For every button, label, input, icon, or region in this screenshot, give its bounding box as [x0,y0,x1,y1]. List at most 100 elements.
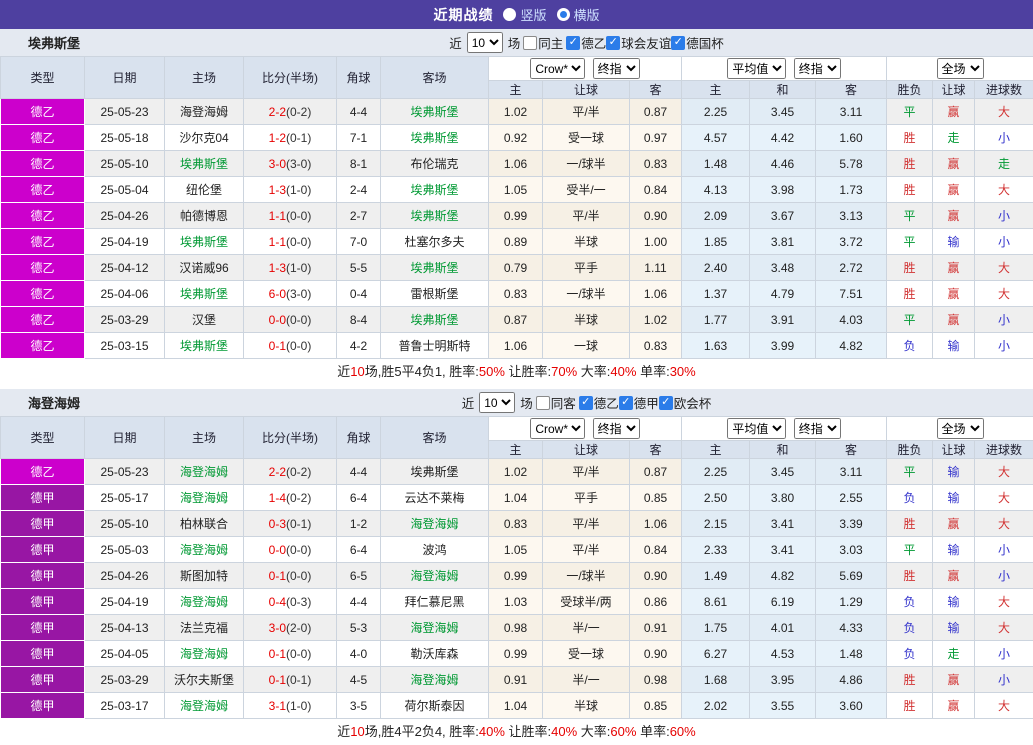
away-team[interactable]: 海登海姆 [381,511,489,537]
league-checkbox[interactable] [671,36,685,50]
match-date: 25-05-17 [85,485,165,511]
avg-away-odds: 4.86 [816,667,887,693]
fulltime-score: 3-1 [269,699,286,713]
avg-away-odds: 1.29 [816,589,887,615]
league-label: 德乙 [581,33,606,52]
league-checkbox[interactable] [579,396,593,410]
match-date: 25-04-26 [85,203,165,229]
home-team[interactable]: 埃弗斯堡 [165,151,244,177]
home-team[interactable]: 海登海姆 [165,459,244,485]
index-type-select-2[interactable]: 终指 [794,58,841,79]
average-select[interactable]: 平均值 [727,58,786,79]
home-team[interactable]: 柏林联合 [165,511,244,537]
home-team[interactable]: 沃尔夫斯堡 [165,667,244,693]
avg-draw-odds: 4.53 [750,641,816,667]
home-team[interactable]: 海登海姆 [165,99,244,125]
home-team[interactable]: 斯图加特 [165,563,244,589]
score-cell: 0-1(0-0) [244,333,337,359]
fulltime-score: 0-3 [269,517,286,531]
radio-vertical-icon[interactable] [503,8,516,21]
league-filter[interactable]: 德乙 [566,33,606,52]
layout-option-horizontal[interactable]: 横版 [557,5,600,24]
handicap-result: 输 [933,333,975,359]
summary-part: 让胜率: [505,364,551,379]
index-type-select[interactable]: 终指 [593,418,640,439]
league-filter[interactable]: 德乙 [579,393,619,412]
away-team[interactable]: 埃弗斯堡 [381,125,489,151]
away-team[interactable]: 海登海姆 [381,615,489,641]
home-team[interactable]: 海登海姆 [165,485,244,511]
home-team[interactable]: 纽伦堡 [165,177,244,203]
home-team[interactable]: 帕德博恩 [165,203,244,229]
away-team[interactable]: 勒沃库森 [381,641,489,667]
odds-away: 0.83 [630,151,682,177]
away-team[interactable]: 杜塞尔多夫 [381,229,489,255]
league-badge: 德甲 [1,641,85,667]
league-filter[interactable]: 欧会杯 [659,393,712,412]
avg-away-odds: 1.60 [816,125,887,151]
away-team[interactable]: 埃弗斯堡 [381,459,489,485]
goals-result: 小 [975,333,1033,359]
home-team[interactable]: 法兰克福 [165,615,244,641]
home-team[interactable]: 沙尔克04 [165,125,244,151]
away-team[interactable]: 埃弗斯堡 [381,99,489,125]
away-team[interactable]: 荷尔斯泰因 [381,693,489,719]
match-date: 25-05-03 [85,537,165,563]
goals-result: 大 [975,485,1033,511]
away-team[interactable]: 雷根斯堡 [381,281,489,307]
corner-score: 1-2 [337,511,381,537]
league-checkbox[interactable] [606,36,620,50]
league-checkbox[interactable] [659,396,673,410]
league-filter[interactable]: 球会友谊 [606,33,671,52]
league-filter[interactable]: 德国杯 [671,33,724,52]
home-team[interactable]: 埃弗斯堡 [165,281,244,307]
home-team[interactable]: 埃弗斯堡 [165,229,244,255]
bookmaker-select[interactable]: Crow* [530,418,585,439]
away-team[interactable]: 海登海姆 [381,563,489,589]
home-team[interactable]: 海登海姆 [165,641,244,667]
league-filter[interactable]: 德甲 [619,393,659,412]
same-venue-checkbox[interactable] [536,396,550,410]
league-checkbox[interactable] [566,36,580,50]
away-team[interactable]: 海登海姆 [381,667,489,693]
bookmaker-select[interactable]: Crow* [530,58,585,79]
home-team[interactable]: 汉诺威96 [165,255,244,281]
same-venue-checkbox[interactable] [523,36,537,50]
fulltime-score: 0-0 [269,313,286,327]
corner-score: 4-2 [337,333,381,359]
odds-home: 1.03 [489,589,543,615]
layout-option-vertical[interactable]: 竖版 [503,5,546,24]
league-badge: 德乙 [1,177,85,203]
away-team[interactable]: 普鲁士明斯特 [381,333,489,359]
away-team[interactable]: 埃弗斯堡 [381,307,489,333]
away-team[interactable]: 拜仁慕尼黑 [381,589,489,615]
index-type-select[interactable]: 终指 [593,58,640,79]
away-team[interactable]: 埃弗斯堡 [381,255,489,281]
league-checkbox[interactable] [619,396,633,410]
home-team[interactable]: 汉堡 [165,307,244,333]
away-team[interactable]: 波鸿 [381,537,489,563]
average-select[interactable]: 平均值 [727,418,786,439]
home-team[interactable]: 埃弗斯堡 [165,333,244,359]
radio-horizontal-icon[interactable] [557,8,570,21]
scope-select[interactable]: 全场 [937,58,984,79]
same-venue-filter[interactable]: 同主 [523,33,563,52]
scope-select[interactable]: 全场 [937,418,984,439]
home-team[interactable]: 海登海姆 [165,693,244,719]
home-team[interactable]: 海登海姆 [165,589,244,615]
halftime-score: (1-0) [286,699,311,713]
away-team[interactable]: 埃弗斯堡 [381,177,489,203]
summary-part: 单率: [636,724,669,739]
same-venue-filter[interactable]: 同客 [536,393,576,412]
away-team[interactable]: 布伦瑞克 [381,151,489,177]
summary-part: 大率: [577,364,610,379]
home-team[interactable]: 海登海姆 [165,537,244,563]
away-team[interactable]: 埃弗斯堡 [381,203,489,229]
odds-home: 1.04 [489,485,543,511]
recent-count-select[interactable]: 10 [467,32,503,53]
index-type-select-2[interactable]: 终指 [794,418,841,439]
away-team[interactable]: 云达不莱梅 [381,485,489,511]
recent-count-select[interactable]: 10 [479,392,515,413]
league-badge: 德乙 [1,203,85,229]
odds-home: 0.83 [489,511,543,537]
